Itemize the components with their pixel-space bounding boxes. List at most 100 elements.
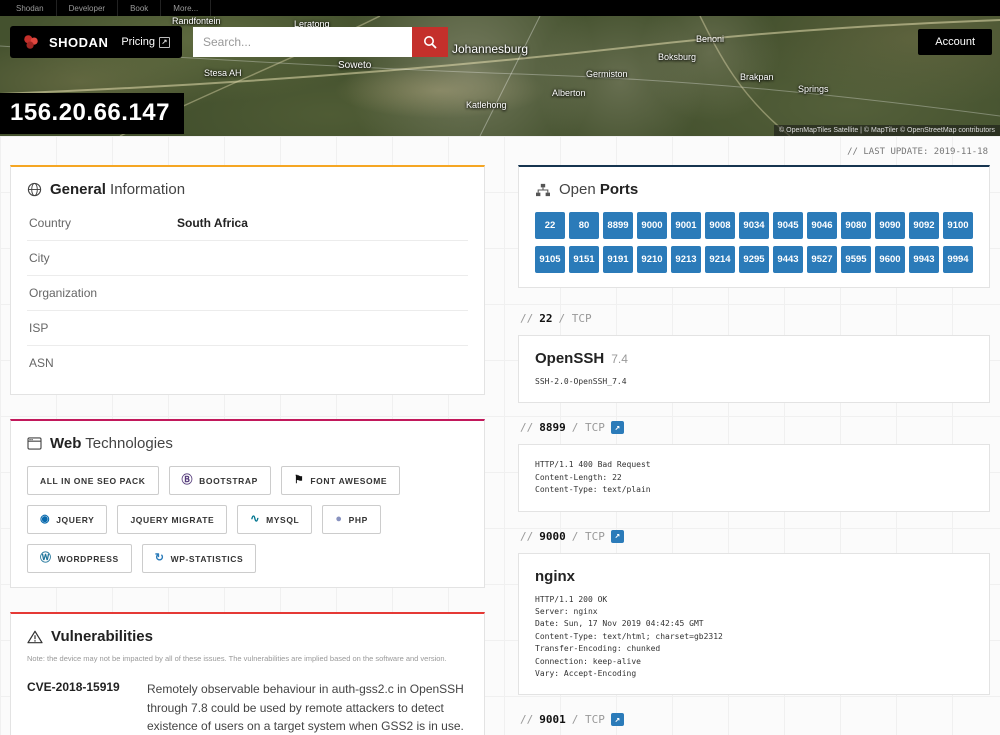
port-badge[interactable]: 9000	[637, 212, 667, 239]
service-protocol: / TCP	[571, 713, 605, 727]
technology-icon: ◉	[40, 513, 51, 525]
service-prefix: //	[520, 529, 534, 543]
right-column: Open Ports 22 80 8899 9000 9001 9008 903…	[518, 165, 990, 735]
open-ports-card: Open Ports 22 80 8899 9000 9001 9008 903…	[518, 165, 990, 288]
port-badge[interactable]: 9527	[807, 246, 837, 273]
technology-tag[interactable]: Ⓑ Bootstrap	[168, 466, 271, 495]
account-button[interactable]: Account	[918, 29, 992, 55]
port-badge[interactable]: 9100	[943, 212, 973, 239]
technology-tag[interactable]: jQuery Migrate	[117, 505, 228, 534]
brand-name[interactable]: SHODAN	[49, 35, 108, 50]
search-input[interactable]	[193, 27, 412, 57]
port-badge[interactable]: 9092	[909, 212, 939, 239]
port-badge[interactable]: 9001	[671, 212, 701, 239]
external-link-icon: ↗	[158, 36, 170, 48]
technology-tag[interactable]: ∿ MySQL	[237, 505, 313, 534]
page-content: // LAST UPDATE: 2019-11-18 General Infor…	[0, 136, 1000, 735]
technology-label: Font Awesome	[310, 475, 388, 486]
map-place-label: Boksburg	[658, 52, 697, 62]
port-badge[interactable]: 9080	[841, 212, 871, 239]
field-label: Organization	[29, 286, 98, 300]
top-nav: Shodan Developer Book More...	[0, 0, 1000, 16]
vulnerability-row: CVE-2018-15919 Remotely observable behav…	[27, 667, 468, 735]
port-badge[interactable]: 9443	[773, 246, 803, 273]
technology-tag[interactable]: ↻ WP-Statistics	[141, 544, 257, 573]
technology-label: jQuery	[56, 514, 95, 525]
service-protocol: / TCP	[571, 529, 605, 543]
service-header: // 9000 / TCP ↗	[520, 529, 988, 543]
technology-tag[interactable]: ◉ jQuery	[27, 505, 108, 534]
service-prefix: //	[520, 421, 534, 435]
cve-id-link[interactable]: CVE-2018-15919	[27, 680, 131, 735]
map-attribution[interactable]: © OpenMapTiles Satellite | © MapTiler © …	[774, 125, 1000, 136]
warning-icon	[27, 630, 43, 643]
port-badge[interactable]: 9210	[637, 246, 667, 273]
port-badge[interactable]: 9034	[739, 212, 769, 239]
webtech-card: Web Technologies All in One SEO Pack Ⓑ B…	[10, 419, 485, 588]
technology-label: Bootstrap	[199, 475, 258, 486]
service-protocol: / TCP	[571, 421, 605, 435]
service-port: 9001	[539, 713, 566, 727]
map-place-label: Katlehong	[466, 100, 507, 110]
technology-label: WordPress	[57, 553, 119, 564]
port-badge[interactable]: 9213	[671, 246, 701, 273]
port-badge[interactable]: 80	[569, 212, 599, 239]
port-badge[interactable]: 9105	[535, 246, 565, 273]
service-port: 22	[539, 312, 553, 325]
field-label: ISP	[29, 321, 49, 335]
service-protocol: / TCP	[558, 312, 592, 325]
topnav-link[interactable]: More...	[161, 0, 212, 16]
port-badge[interactable]: 9994	[943, 246, 973, 273]
map-place-label: Randfontein	[172, 16, 221, 26]
port-badge[interactable]: 9595	[841, 246, 871, 273]
general-row: ISP	[27, 311, 468, 346]
port-badge[interactable]: 9151	[569, 246, 599, 273]
general-card: General Information Country South Africa…	[10, 165, 485, 395]
port-badge[interactable]: 9191	[603, 246, 633, 273]
pricing-link[interactable]: Pricing ↗	[121, 36, 170, 48]
service-product: OpenSSH 7.4	[535, 350, 628, 367]
port-badge[interactable]: 22	[535, 212, 565, 239]
technology-tag[interactable]: All in One SEO Pack	[27, 466, 159, 495]
port-badge[interactable]: 9943	[909, 246, 939, 273]
topnav-link[interactable]: Book	[118, 0, 162, 16]
external-link-icon[interactable]: ↗	[610, 713, 624, 727]
general-row: ASN	[27, 346, 468, 380]
topnav-link[interactable]: Shodan	[4, 0, 57, 16]
search-icon	[424, 36, 437, 49]
service-header: // 9001 / TCP ↗	[520, 713, 988, 727]
technology-tag[interactable]: ⚑ Font Awesome	[280, 466, 401, 495]
search-button[interactable]	[412, 27, 448, 57]
port-badge[interactable]: 8899	[603, 212, 633, 239]
vulnerabilities-title: Vulnerabilities	[27, 628, 468, 645]
technology-icon: ↻	[154, 552, 165, 564]
shodan-logo-icon[interactable]	[22, 33, 40, 51]
port-badge[interactable]: 9295	[739, 246, 769, 273]
vulnerabilities-list: CVE-2018-15919 Remotely observable behav…	[27, 667, 468, 735]
port-badge[interactable]: 9008	[705, 212, 735, 239]
topnav-link[interactable]: Developer	[57, 0, 119, 16]
service-card: HTTP/1.1 400 Bad Request Content-Length:…	[518, 444, 990, 512]
technology-icon: Ⓦ	[40, 552, 52, 564]
external-link-icon[interactable]: ↗	[610, 529, 624, 543]
technology-icon: ⚑	[293, 474, 305, 486]
service-banner: HTTP/1.1 200 OK Server: nginx Date: Sun,…	[535, 594, 723, 678]
field-label: Country	[29, 216, 72, 230]
external-link-icon[interactable]: ↗	[610, 421, 624, 435]
port-badge[interactable]: 9214	[705, 246, 735, 273]
service-prefix: //	[520, 713, 534, 727]
port-badge[interactable]: 9090	[875, 212, 905, 239]
service-banner: SSH-2.0-OpenSSH_7.4	[535, 377, 627, 386]
port-badge[interactable]: 9046	[807, 212, 837, 239]
service-section: // 9000 / TCP ↗ nginx HTTP/1.1 200 OK Se…	[518, 529, 990, 696]
general-title: General Information	[27, 181, 468, 198]
technology-tag[interactable]: ● PHP	[322, 505, 381, 534]
technology-label: MySQL	[266, 514, 300, 525]
field-label: ASN	[29, 356, 54, 370]
service-port: 9000	[539, 529, 566, 543]
service-card: nginx HTTP/1.1 200 OK Server: nginx Date…	[518, 552, 990, 696]
technology-tag[interactable]: Ⓦ WordPress	[27, 544, 132, 573]
field-value: South Africa	[177, 216, 248, 230]
port-badge[interactable]: 9045	[773, 212, 803, 239]
port-badge[interactable]: 9600	[875, 246, 905, 273]
